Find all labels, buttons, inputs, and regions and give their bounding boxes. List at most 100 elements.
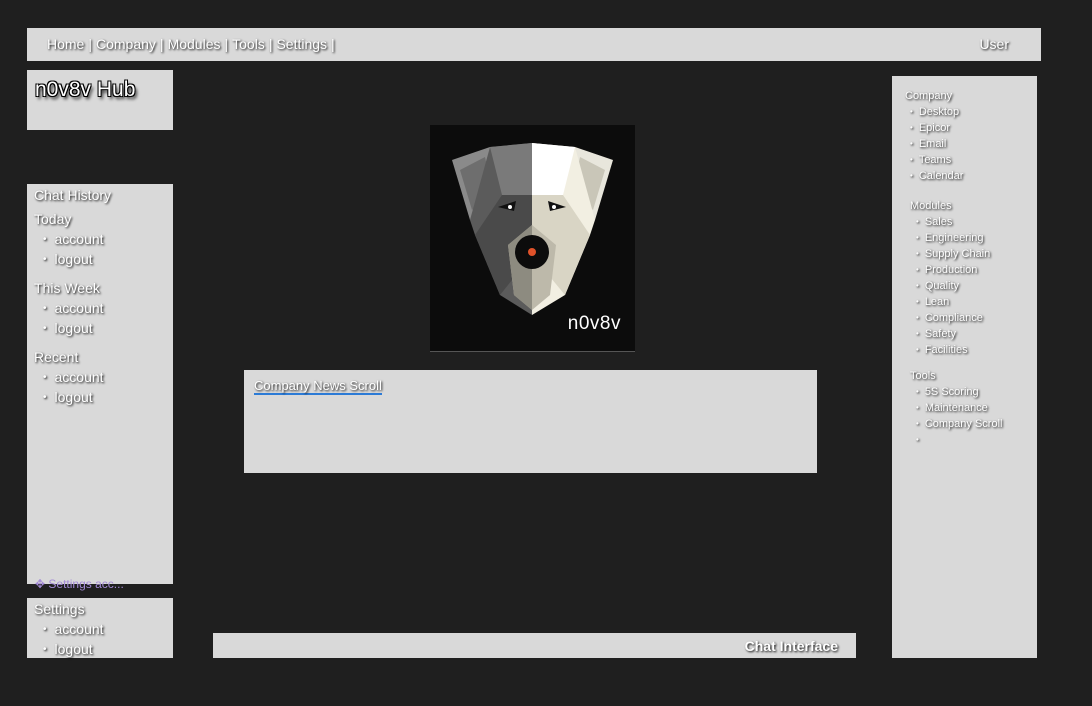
bullet: • bbox=[43, 254, 47, 265]
history-item-logout[interactable]: • logout bbox=[43, 389, 93, 405]
history-item-label: account bbox=[54, 369, 104, 385]
nav-separator: | bbox=[224, 36, 229, 52]
settings-item-label: account bbox=[54, 621, 104, 637]
logo-brand-text: n0v8v bbox=[567, 313, 621, 334]
right-item-label: Lean bbox=[924, 296, 950, 308]
bullet: • bbox=[43, 372, 47, 383]
bullet: • bbox=[43, 323, 47, 334]
bullet: • bbox=[910, 171, 913, 180]
right-item-5s-scoring[interactable]: • 5S Scoring bbox=[916, 386, 979, 398]
right-item-company-scroll[interactable]: • Company Scroll bbox=[916, 418, 1002, 430]
right-item-label: Epicor bbox=[918, 122, 950, 134]
nav-separator: | bbox=[159, 36, 164, 52]
nav-separator: | bbox=[88, 36, 92, 52]
chat-history-title: Chat History bbox=[34, 187, 112, 203]
bullet: • bbox=[916, 419, 919, 428]
nav-separator: | bbox=[331, 36, 335, 52]
right-item-label: Teams bbox=[918, 154, 952, 166]
right-item-safety[interactable]: • Safety bbox=[916, 328, 956, 340]
nav-links: Home | Company | Modules | Tools | Settings | bbox=[47, 36, 339, 52]
nav-home-link[interactable]: Home bbox=[47, 36, 84, 52]
history-item-account[interactable]: • account bbox=[43, 231, 104, 247]
right-item-empty[interactable]: • bbox=[916, 434, 925, 446]
bullet: • bbox=[916, 387, 919, 396]
right-nav-panel: Company • Desktop • Epicor • Email • Teams •… bbox=[892, 76, 1037, 658]
history-group-recent: Recent bbox=[34, 349, 79, 365]
right-item-label: Desktop bbox=[918, 106, 960, 118]
nav-modules-link[interactable]: Modules bbox=[168, 36, 221, 52]
bullet: • bbox=[910, 139, 913, 148]
bullet: • bbox=[916, 435, 919, 444]
right-item-lean[interactable]: • Lean bbox=[916, 296, 949, 308]
right-item-label: Quality bbox=[924, 280, 960, 292]
nav-company-link[interactable]: Company bbox=[96, 36, 156, 52]
right-item-label: Calendar bbox=[918, 170, 964, 182]
right-item-label: Compliance bbox=[924, 312, 983, 324]
right-item-maintenance[interactable]: • Maintenance bbox=[916, 402, 988, 414]
history-group-this-week: This Week bbox=[34, 280, 100, 296]
right-item-calendar[interactable]: • Calendar bbox=[910, 170, 963, 182]
settings-panel: Settings • account • logout bbox=[27, 598, 173, 658]
settings-item-label: logout bbox=[54, 641, 93, 657]
settings-item-logout[interactable]: • logout bbox=[43, 641, 93, 657]
nav-settings-link[interactable]: Settings bbox=[276, 36, 327, 52]
history-item-label: logout bbox=[54, 389, 93, 405]
company-news-panel: Company News Scroll bbox=[244, 370, 817, 473]
bullet: • bbox=[916, 329, 919, 338]
right-item-label: Email bbox=[918, 138, 947, 150]
right-item-compliance[interactable]: • Compliance bbox=[916, 312, 983, 324]
history-item-label: account bbox=[54, 231, 104, 247]
right-section-company: Company bbox=[905, 90, 953, 102]
bullet: • bbox=[916, 281, 919, 290]
right-item-label: 5S Scoring bbox=[924, 386, 979, 398]
hub-title: n0v8v Hub bbox=[35, 78, 136, 101]
hub-title-box: n0v8v Hub bbox=[27, 70, 173, 130]
bullet: • bbox=[916, 297, 919, 306]
right-item-engineering[interactable]: • Engineering bbox=[916, 232, 984, 244]
history-item-logout[interactable]: • logout bbox=[43, 320, 93, 336]
right-item-desktop[interactable]: • Desktop bbox=[910, 106, 959, 118]
nav-separator: | bbox=[268, 36, 273, 52]
top-nav-bar: Home | Company | Modules | Tools | Settings | Use… bbox=[27, 28, 1041, 61]
chat-interface-label[interactable]: Chat Interface bbox=[745, 638, 838, 654]
bullet: • bbox=[916, 403, 919, 412]
settings-item-account[interactable]: • account bbox=[43, 621, 104, 637]
bullet: • bbox=[916, 249, 919, 258]
right-item-facilities[interactable]: • Facilities bbox=[916, 344, 968, 356]
right-item-epicor[interactable]: • Epicor bbox=[910, 122, 950, 134]
brand-logo: n0v8v bbox=[430, 125, 635, 352]
history-item-logout[interactable]: • logout bbox=[43, 251, 93, 267]
bullet: • bbox=[910, 155, 913, 164]
history-item-label: logout bbox=[54, 320, 93, 336]
history-item-account[interactable]: • account bbox=[43, 369, 104, 385]
right-section-tools: Tools bbox=[910, 370, 936, 382]
nav-tools-link[interactable]: Tools bbox=[232, 36, 265, 52]
right-item-label: Maintenance bbox=[924, 402, 988, 414]
right-item-email[interactable]: • Email bbox=[910, 138, 946, 150]
user-menu[interactable]: User bbox=[979, 36, 1009, 52]
right-section-modules: Modules bbox=[910, 200, 952, 212]
bullet: • bbox=[916, 233, 919, 242]
history-item-account[interactable]: • account bbox=[43, 300, 104, 316]
right-item-supply-chain[interactable]: • Supply Chain bbox=[916, 248, 990, 260]
bullet: • bbox=[43, 644, 47, 655]
right-item-quality[interactable]: • Quality bbox=[916, 280, 959, 292]
company-news-title[interactable]: Company News Scroll bbox=[254, 379, 382, 395]
bullet: • bbox=[916, 313, 919, 322]
gear-icon: ✥ bbox=[35, 577, 46, 591]
right-item-label: Sales bbox=[924, 216, 953, 228]
right-item-teams[interactable]: • Teams bbox=[910, 154, 951, 166]
right-item-label: Engineering bbox=[924, 232, 984, 244]
bullet: • bbox=[916, 265, 919, 274]
history-item-label: account bbox=[54, 300, 104, 316]
settings-account-link[interactable]: ✥ Settings acc... bbox=[35, 577, 124, 591]
right-item-sales[interactable]: • Sales bbox=[916, 216, 952, 228]
chat-interface-bar: Chat Interface bbox=[213, 633, 856, 658]
right-item-production[interactable]: • Production bbox=[916, 264, 977, 276]
right-item-label: Safety bbox=[924, 328, 956, 340]
bullet: • bbox=[43, 392, 47, 403]
bullet: • bbox=[43, 303, 47, 314]
dog-logo-icon bbox=[452, 143, 613, 315]
settings-title: Settings bbox=[34, 601, 85, 617]
bullet: • bbox=[43, 234, 47, 245]
